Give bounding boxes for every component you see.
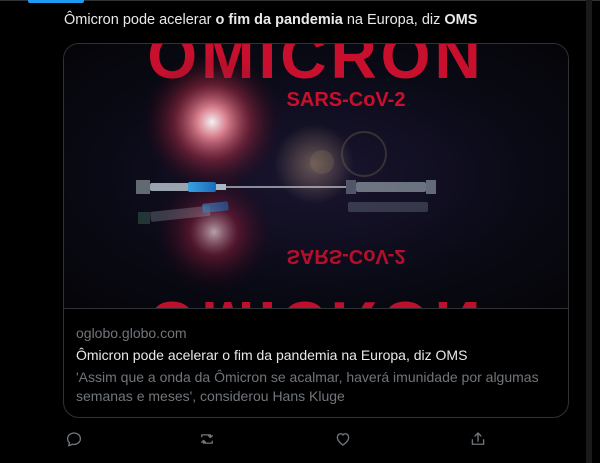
share-button[interactable] [467,428,489,450]
card-image[interactable]: ÔMICRON SARS-CoV-2 SARS-CoV-2 [64,44,568,308]
link-preview-card[interactable]: ÔMICRON SARS-CoV-2 SARS-CoV-2 oglobo.glo… [63,43,569,418]
tweet-text-part: Ômicron pode acelerar [64,12,216,28]
tab-indicator [28,0,84,3]
like-button[interactable] [332,428,354,450]
tweet-text-part: na Europa, diz [342,12,445,28]
reply-icon [66,432,82,447]
card-text-area[interactable]: oglobo.globo.com Ômicron pode acelerar o… [64,308,568,417]
share-icon [471,432,485,445]
image-subheadline: SARS-CoV-2 [287,89,406,111]
reply-button[interactable] [63,428,85,450]
tweet-text-bold: o fim da pandemia [215,12,343,28]
top-divider [0,0,600,1]
scrollbar[interactable] [586,0,592,463]
card-description: 'Assim que a onda da Ômicron se acalmar,… [76,369,539,404]
image-subheadline-reflection: SARS-CoV-2 [287,245,406,267]
vaccine-illustration: ÔMICRON SARS-CoV-2 SARS-CoV-2 [64,44,568,308]
card-domain: oglobo.globo.com [76,325,187,341]
tweet-actions [63,428,503,452]
image-headline-reflection: ÔMICRON [147,288,484,308]
card-title[interactable]: Ômicron pode acelerar o fim da pandemia … [76,346,556,365]
tweet-text: Ômicron pode acelerar o fim da pandemia … [64,11,584,30]
retweet-icon [201,434,213,444]
tweet-text-bold: OMS [444,12,478,28]
like-icon [336,433,350,446]
tweet-container: Ômicron pode acelerar o fim da pandemia … [0,0,600,463]
retweet-button[interactable] [196,428,218,450]
